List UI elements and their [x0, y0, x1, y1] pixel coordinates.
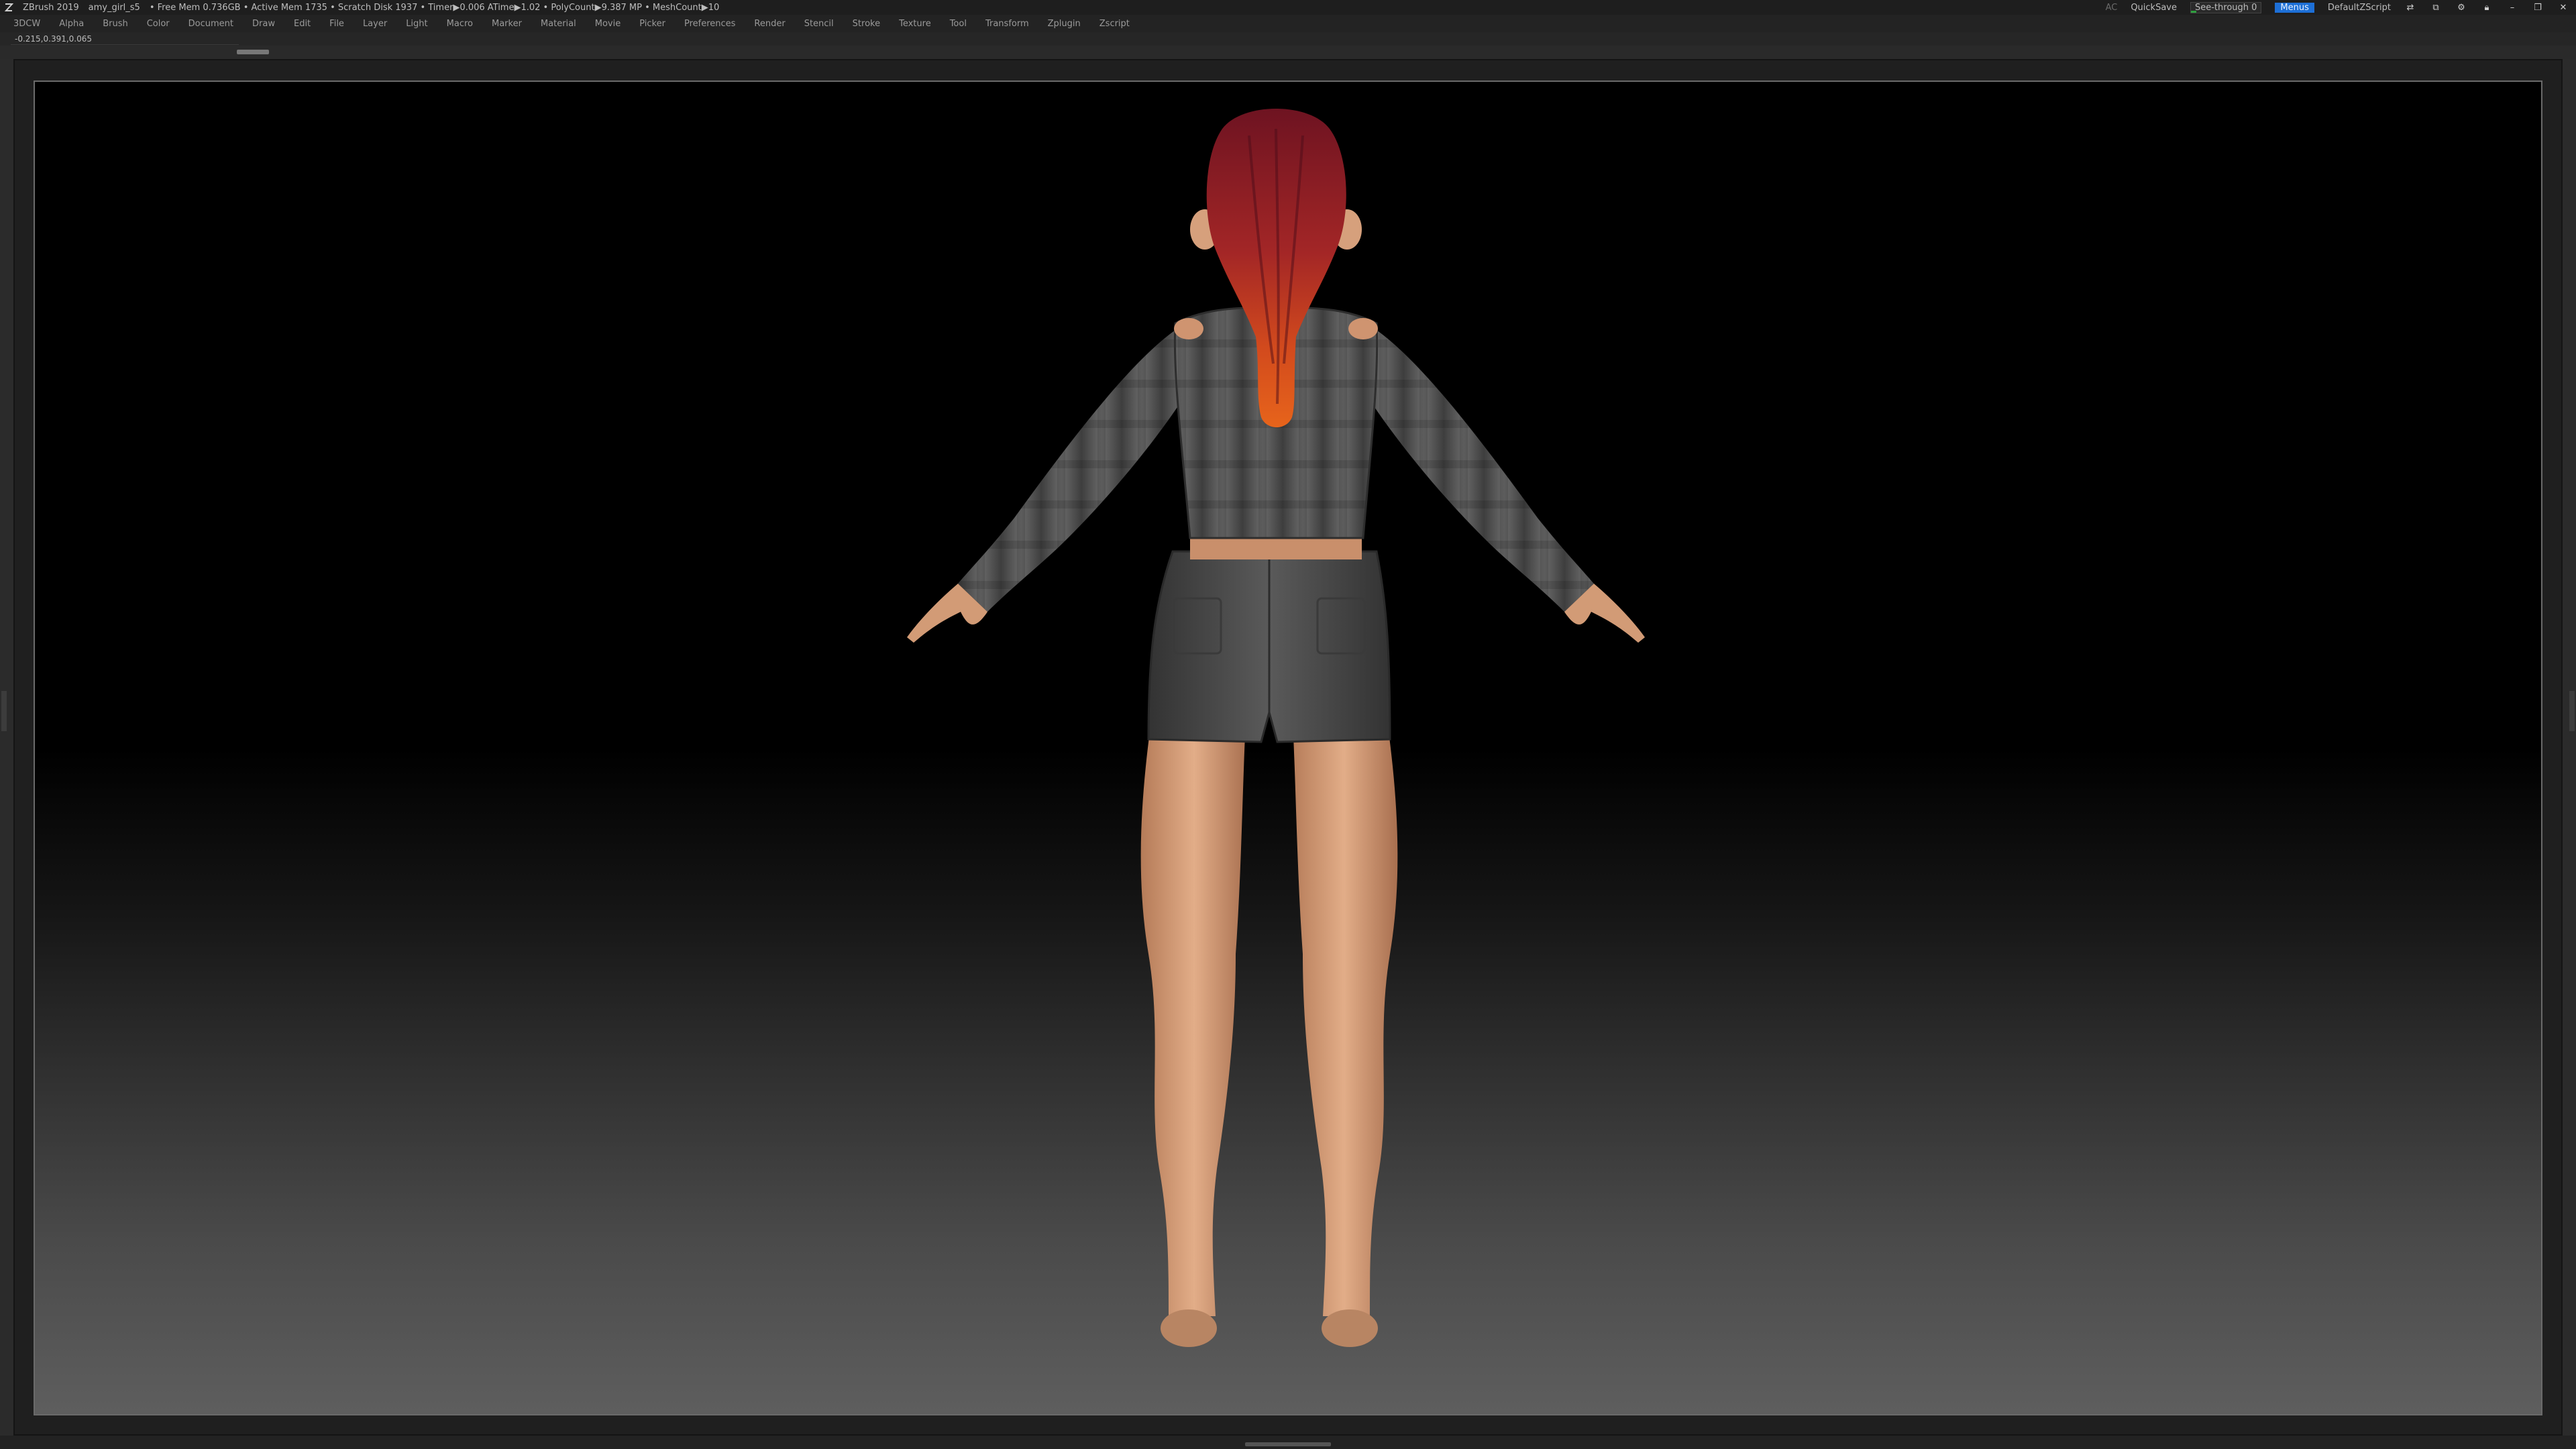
menu-item-zplugin[interactable]: Zplugin	[1048, 19, 1081, 29]
file-name: amy_girl_s5	[88, 2, 140, 13]
close-icon[interactable]: ✕	[2557, 3, 2569, 13]
menu-item-texture[interactable]: Texture	[899, 19, 931, 29]
zbrush-logo-icon	[4, 3, 13, 11]
menu-item-material[interactable]: Material	[541, 19, 576, 29]
right-leg	[1291, 686, 1398, 1316]
menu-item-brush[interactable]: Brush	[103, 19, 128, 29]
right-tray-toggle[interactable]	[2569, 691, 2575, 731]
menu-item-color[interactable]: Color	[147, 19, 170, 29]
menu-item-macro[interactable]: Macro	[447, 19, 473, 29]
layout-toggle-icon[interactable]: ⧉	[2430, 3, 2442, 13]
menus-toggle-button[interactable]: Menus	[2275, 2, 2314, 13]
system-stats: • Free Mem 0.736GB • Active Mem 1735 • S…	[149, 2, 720, 13]
shelf-resize-handle[interactable]	[237, 50, 269, 54]
menu-item-movie[interactable]: Movie	[595, 19, 621, 29]
left-tray-toggle[interactable]	[1, 691, 7, 731]
divider	[11, 44, 239, 45]
menu-item-transform[interactable]: Transform	[985, 19, 1029, 29]
left-arm	[958, 330, 1197, 612]
see-through-label: See-through 0	[2194, 2, 2257, 13]
right-arm	[1355, 330, 1594, 612]
layout-icon[interactable]: ⇄	[2404, 3, 2416, 13]
ui-options-icon[interactable]: ⚙	[2455, 3, 2467, 13]
menu-item-zscript[interactable]: Zscript	[1099, 19, 1130, 29]
menu-item-render[interactable]: Render	[754, 19, 785, 29]
title-bar: ZBrush 2019 amy_girl_s5 • Free Mem 0.736…	[0, 0, 2576, 15]
menu-item-picker[interactable]: Picker	[639, 19, 665, 29]
quicksave-button[interactable]: QuickSave	[2131, 3, 2177, 13]
menu-item-document[interactable]: Document	[189, 19, 233, 29]
menu-bar: 3DCW Alpha Brush Color Document Draw Edit File L…	[0, 15, 2576, 32]
menu-item-stencil[interactable]: Stencil	[804, 19, 834, 29]
menu-items: 3DCW Alpha Brush Color Document Draw Edit File L…	[0, 19, 1130, 29]
restore-icon[interactable]: ❐	[2532, 3, 2544, 13]
menu-item-3dcw[interactable]: 3DCW	[13, 19, 40, 29]
left-foot	[1161, 1309, 1217, 1347]
coordinates-bar: -0.215,0.391,0.065	[0, 32, 2576, 46]
menu-item-file[interactable]: File	[329, 19, 344, 29]
right-foot	[1322, 1309, 1378, 1347]
lock-icon[interactable]: 🔒︎	[2481, 3, 2493, 13]
menu-item-layer[interactable]: Layer	[363, 19, 387, 29]
left-shoulder-skin	[1174, 318, 1203, 339]
see-through-slider[interactable]: See-through 0	[2190, 1, 2262, 13]
cursor-coordinates: -0.215,0.391,0.065	[15, 34, 93, 44]
menu-item-draw[interactable]: Draw	[252, 19, 275, 29]
ac-indicator[interactable]: AC	[2106, 3, 2118, 13]
default-zscript-button[interactable]: DefaultZScript	[2328, 3, 2391, 13]
viewport-canvas[interactable]	[34, 80, 2542, 1415]
character-model	[907, 109, 1645, 1347]
menu-item-tool[interactable]: Tool	[950, 19, 967, 29]
bottom-tray-handle[interactable]	[1245, 1442, 1331, 1446]
menu-item-stroke[interactable]: Stroke	[853, 19, 880, 29]
left-leg	[1140, 686, 1248, 1316]
right-shoulder-skin	[1348, 318, 1378, 339]
minimize-icon[interactable]: –	[2506, 3, 2518, 13]
app-name: ZBrush 2019	[23, 2, 79, 13]
menu-item-alpha[interactable]: Alpha	[59, 19, 84, 29]
menu-item-edit[interactable]: Edit	[294, 19, 311, 29]
menu-item-preferences[interactable]: Preferences	[684, 19, 735, 29]
menu-item-marker[interactable]: Marker	[492, 19, 522, 29]
menu-item-light[interactable]: Light	[406, 19, 427, 29]
top-shelf	[0, 46, 2576, 59]
see-through-fill	[2190, 10, 2196, 13]
